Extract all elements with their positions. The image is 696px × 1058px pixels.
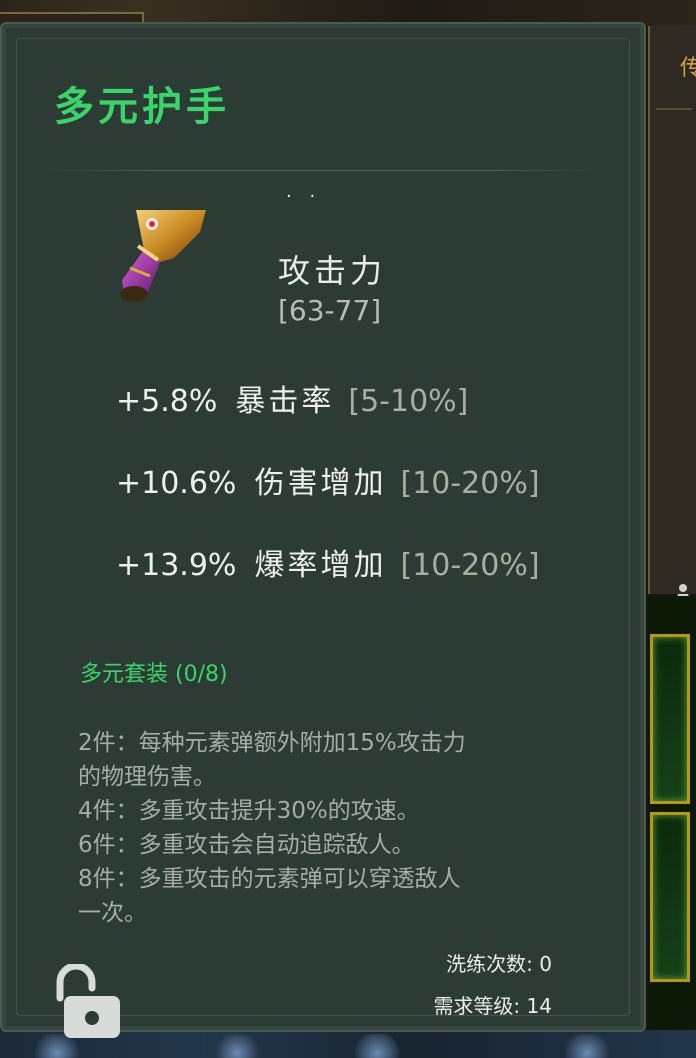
- set-bonus-line: 的物理伤害。: [78, 764, 216, 790]
- inventory-grid: [648, 596, 696, 1030]
- affix-name: 伤害增加: [254, 466, 387, 501]
- set-title: 多元套装 (0/8): [80, 662, 228, 687]
- required-level-value: 14: [526, 994, 552, 1018]
- side-tab-label[interactable]: 传: [680, 50, 696, 82]
- affix-value: +10.6%: [116, 466, 237, 501]
- title-divider: [42, 170, 602, 171]
- set-bonus-line: 2件：每种元素弹额外附加15%攻击力: [78, 730, 466, 756]
- skill-slot[interactable]: [350, 1034, 404, 1058]
- set-bonus-line: 一次。: [78, 900, 147, 926]
- base-stat-name: 攻击力: [278, 252, 387, 290]
- refine-count-label: 洗练次数:: [446, 952, 533, 976]
- affix-range: [5-10%]: [348, 384, 469, 419]
- affix-name: 暴击率: [235, 384, 335, 419]
- required-level-label: 需求等级:: [433, 994, 521, 1018]
- inventory-slot[interactable]: [650, 634, 690, 804]
- affix-range: [10-20%]: [400, 548, 540, 583]
- affix-row: +5.8% 暴击率 [5-10%]: [116, 376, 468, 420]
- set-bonus-line: 4件：多重攻击提升30%的攻速。: [78, 798, 420, 824]
- refine-count-value: 0: [539, 952, 552, 976]
- affix-value: +13.9%: [116, 548, 237, 583]
- affix-range: [10-20%]: [400, 466, 540, 501]
- affix-name: 爆率增加: [254, 548, 387, 583]
- affix-row: +10.6% 伤害增加 [10-20%]: [116, 458, 540, 502]
- required-level: 需求等级: 14: [433, 990, 552, 1019]
- side-panel: 传: [648, 26, 696, 603]
- set-bonus-line: 8件：多重攻击的元素弹可以穿透敌人: [78, 866, 461, 892]
- set-bonus-description: 2件：每种元素弹额外附加15%攻击力 的物理伤害。 4件：多重攻击提升30%的攻…: [78, 726, 578, 930]
- set-bonus-line: 6件：多重攻击会自动追踪敌人。: [78, 832, 415, 858]
- base-stat-range: [63-77]: [278, 294, 382, 327]
- side-panel-inner: [656, 108, 692, 586]
- item-rank-dots: · ·: [286, 186, 322, 207]
- unlocked-padlock-icon[interactable]: [52, 962, 122, 1040]
- skill-slot[interactable]: [560, 1034, 614, 1058]
- skill-slot[interactable]: [210, 1034, 264, 1058]
- item-name: 多元护手: [54, 84, 230, 130]
- affix-value: +5.8%: [116, 384, 218, 419]
- inventory-slot[interactable]: [650, 812, 690, 982]
- gauntlet-icon: [114, 210, 214, 310]
- refine-count: 洗练次数: 0: [446, 948, 552, 977]
- affix-row: +13.9% 爆率增加 [10-20%]: [116, 540, 540, 584]
- item-tooltip: 多元护手 · · 攻击力 [63-77] +5.8% 暴击率 [5-10%] +…: [0, 22, 646, 1038]
